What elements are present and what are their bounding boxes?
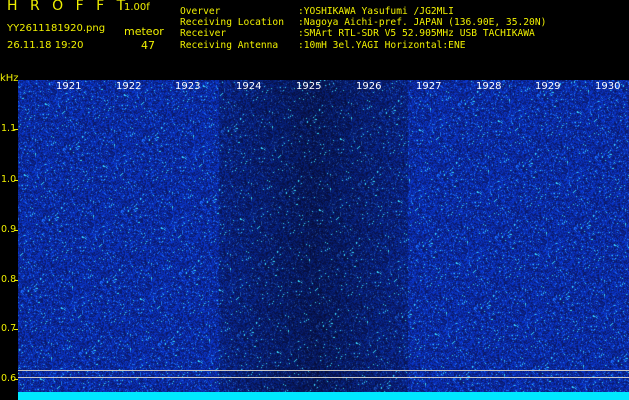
info-value: :SMArt RTL-SDR V5 52.905MHz USB TACHIKAW…: [298, 28, 535, 40]
bottom-signal-band: [18, 392, 629, 400]
x-time-label: 1921: [56, 81, 82, 92]
x-time-label: 1925: [296, 81, 322, 92]
info-key: Receiver: [180, 28, 227, 40]
x-time-label: 1928: [476, 81, 502, 92]
app-title: H R O F F T: [7, 0, 130, 14]
meteor-label: meteor: [124, 25, 164, 38]
info-row-receiver: Receiver :SMArt RTL-SDR V5 52.905MHz USB…: [180, 28, 546, 39]
frequency-marker-line: [18, 370, 629, 371]
x-time-label: 1927: [416, 81, 442, 92]
x-time-label: 1923: [175, 81, 201, 92]
info-value: :Nagoya Aichi-pref. JAPAN (136.90E, 35.2…: [298, 17, 547, 29]
info-row-antenna: Receiving Antenna :10mH 3el.YAGI Horizon…: [180, 40, 546, 51]
x-time-label: 1929: [535, 81, 561, 92]
y-tick-mark: [14, 129, 18, 130]
frequency-marker-line: [18, 377, 629, 378]
y-tick-mark: [14, 329, 18, 330]
datetime-label: 26.11.18 19:20: [7, 40, 84, 51]
version-label: 1.00f: [124, 2, 150, 13]
x-time-label: 1926: [356, 81, 382, 92]
info-row-location: Receiving Location :Nagoya Aichi-pref. J…: [180, 17, 546, 28]
station-info: Overver :YOSHIKAWA Yasufumi /JG2MLI Rece…: [180, 6, 546, 51]
info-value: :10mH 3el.YAGI Horizontal:ENE: [298, 39, 466, 51]
waterfall-spectrogram: [18, 80, 629, 400]
y-tick-mark: [14, 230, 18, 231]
y-tick-mark: [14, 280, 18, 281]
info-value: :YOSHIKAWA Yasufumi /JG2MLI: [298, 6, 454, 17]
info-key: Receiving Antenna: [180, 39, 279, 51]
meteor-count: 47: [141, 39, 155, 52]
info-key: Overver: [180, 6, 221, 17]
y-tick-mark: [14, 180, 18, 181]
y-tick-mark: [14, 379, 18, 380]
waterfall-canvas: [18, 80, 629, 400]
x-time-label: 1924: [236, 81, 262, 92]
x-time-label: 1922: [116, 81, 142, 92]
x-time-label: 1930: [595, 81, 621, 92]
info-row-observer: Overver :YOSHIKAWA Yasufumi /JG2MLI: [180, 6, 546, 17]
y-axis-unit: kHz: [0, 73, 19, 84]
info-key: Receiving Location: [180, 17, 284, 29]
filename-label: YY2611181920.png: [7, 23, 106, 34]
